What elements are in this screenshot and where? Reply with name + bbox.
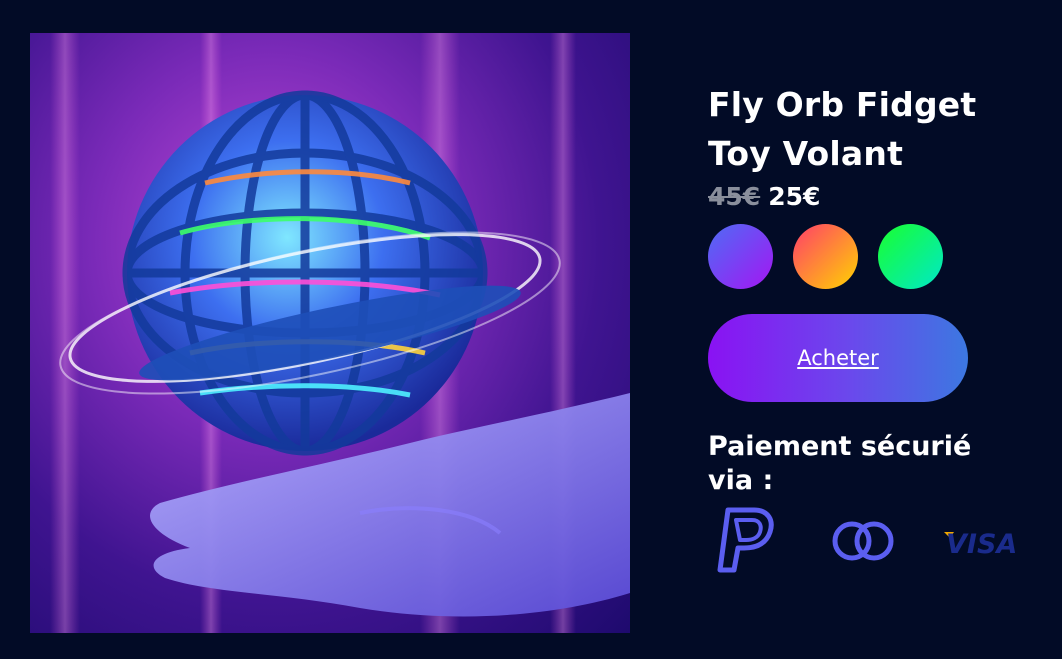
current-price: 25€ [768,182,821,211]
fly-orb-illustration [50,33,630,633]
buy-button-label: Acheter [797,346,879,370]
visa-text: VISA [946,529,1017,558]
color-swatch-blue-purple[interactable] [708,224,773,289]
mastercard-icon [830,518,896,568]
paypal-icon [714,506,778,580]
product-title: Fly Orb Fidget Toy Volant [708,85,977,173]
secure-payment-title: Paiement sécurié via : [708,431,972,496]
color-swatches [708,224,1028,289]
visa-icon: VISA [942,526,1022,562]
color-swatch-orange-yellow[interactable] [793,224,858,289]
product-image [30,33,630,633]
buy-button[interactable]: Acheter [708,314,968,402]
color-swatch-green-cyan[interactable] [878,224,943,289]
payment-methods: VISA [708,506,1028,586]
old-price: 45€ [708,182,761,211]
product-info: Fly Orb Fidget Toy Volant 45€ 25€ Acheter… [708,80,1028,586]
price-row: 45€ 25€ [708,180,1028,214]
